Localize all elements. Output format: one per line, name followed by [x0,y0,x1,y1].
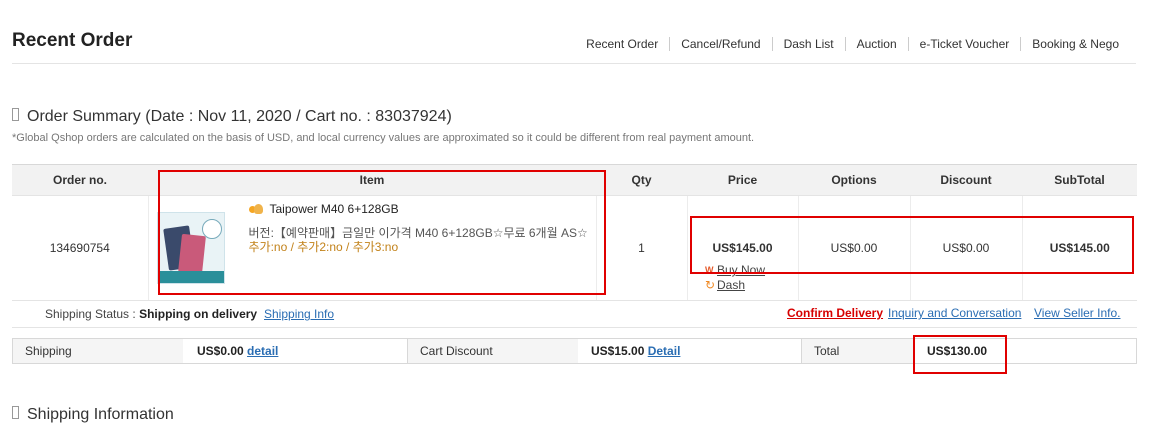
order-summary-heading: Order Summary (Date : Nov 11, 2020 / Car… [12,108,452,126]
col-qty: Qty [596,164,687,196]
nav-recent-order[interactable]: Recent Order [575,37,669,51]
col-order-no: Order no. [12,164,148,196]
order-number: 134690754 [12,195,148,301]
shipping-cost: US$0.00 detail [197,344,279,358]
nav-auction[interactable]: Auction [844,37,908,51]
col-options: Options [798,164,910,196]
view-seller-info-link[interactable]: View Seller Info. [1034,306,1121,320]
cart-discount-value: US$15.00 Detail [591,344,681,358]
title-divider [12,63,1136,64]
order-summary-text: Order Summary (Date : Nov 11, 2020 / Car… [27,108,452,125]
nav-dash-list[interactable]: Dash List [771,37,845,51]
dash-icon: ↻ [705,278,716,292]
quantity: 1 [595,195,687,301]
confirm-delivery-button[interactable]: Confirm Delivery [787,306,883,320]
currency-note: *Global Qshop orders are calculated on t… [12,132,755,144]
dash-link[interactable]: Dash [717,278,745,293]
cart-discount-label: Cart Discount [407,339,578,363]
total-label: Total [801,339,914,363]
shipping-info-link[interactable]: Shipping Info [264,307,334,321]
page-title: Recent Order [12,30,133,51]
col-discount: Discount [910,164,1022,196]
nav-eticket-voucher[interactable]: e-Ticket Voucher [907,37,1021,51]
cart-discount-detail-link[interactable]: Detail [648,344,681,358]
top-nav: Recent Order Cancel/Refund Dash List Auc… [575,37,1119,51]
shipping-status-label: Shipping Status : Shipping on delivery [45,307,258,321]
col-subtotal: SubTotal [1022,164,1137,196]
section-bullet-icon [12,406,19,419]
nav-cancel-refund[interactable]: Cancel/Refund [669,37,771,51]
section-bullet-icon [12,108,19,121]
col-price: Price [687,164,798,196]
shipping-detail-link[interactable]: detail [247,344,278,358]
shipping-information-heading: Shipping Information [12,406,174,424]
shipping-status-value: Shipping on delivery [139,307,258,321]
inquiry-conversation-link[interactable]: Inquiry and Conversation [888,306,1021,320]
nav-booking-nego[interactable]: Booking & Nego [1020,37,1119,51]
shipping-status-bar: Shipping Status : Shipping on delivery S… [12,299,1137,328]
highlight-box-item [158,170,606,295]
highlight-box-total [913,335,1007,374]
highlight-box-price [690,216,1134,274]
shipping-label: Shipping [13,339,183,363]
